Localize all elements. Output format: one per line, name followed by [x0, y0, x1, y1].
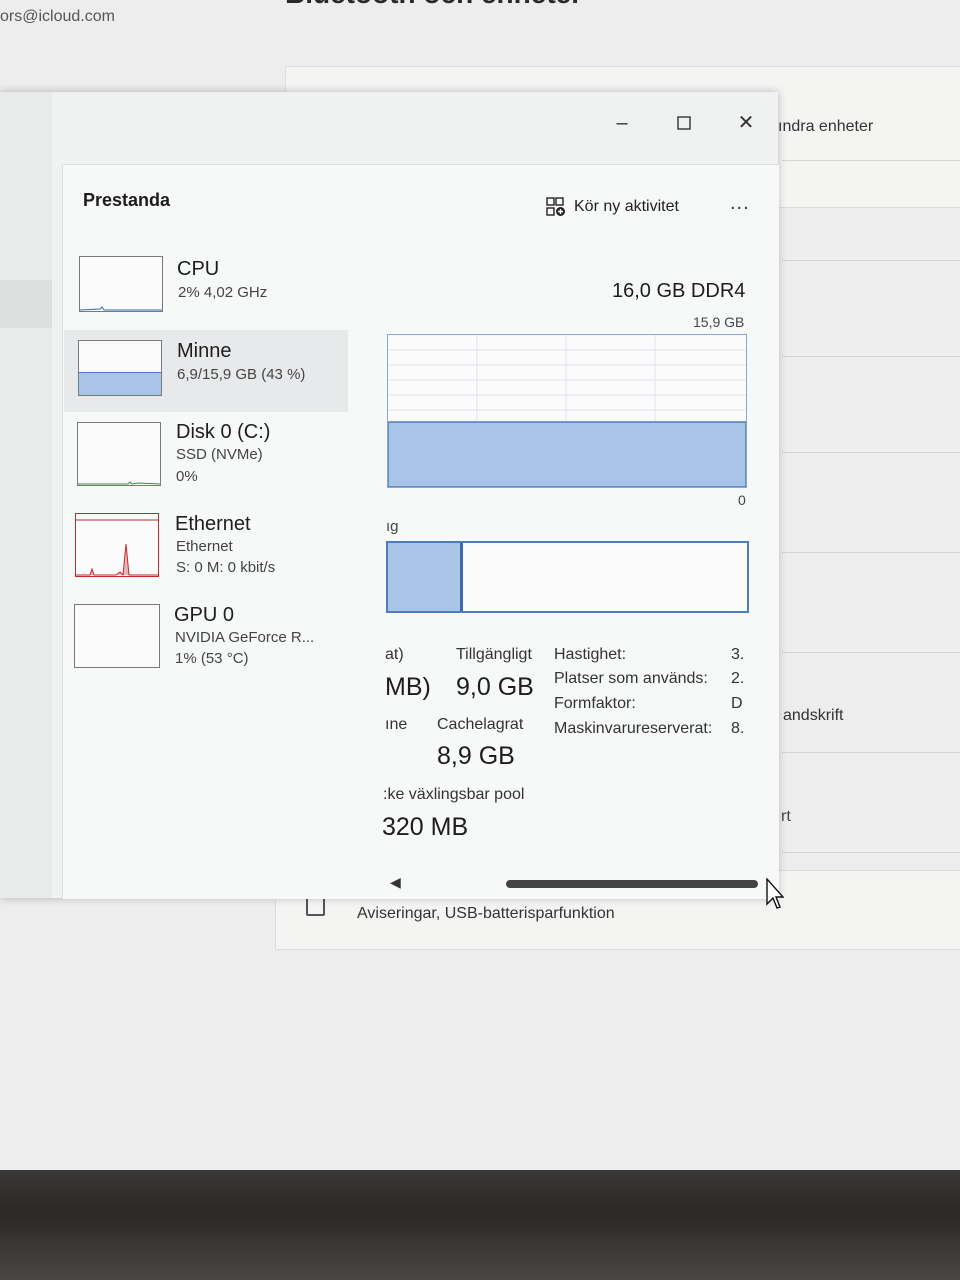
divider: [782, 160, 960, 161]
committed-label: ıne: [385, 716, 408, 733]
device-subtitle-2: 0%: [176, 468, 198, 485]
cached-value: 8,9 GB: [437, 742, 515, 770]
device-gpu[interactable]: GPU 0 NVIDIA GeForce R... 1% (53 °C): [74, 604, 334, 676]
slots-value: 2.: [731, 670, 745, 687]
maximize-icon: [677, 116, 691, 130]
notify-checkbox[interactable]: [306, 897, 325, 916]
device-name: GPU 0: [174, 604, 235, 626]
form-factor-value: D: [731, 695, 743, 712]
memory-thumbnail-fill: [79, 372, 161, 395]
memory-thumbnail: [78, 340, 162, 396]
device-name: Disk 0 (C:): [176, 421, 271, 443]
device-subtitle: 2% 4,02 GHz: [178, 284, 268, 301]
mouse-cursor-icon: [766, 877, 785, 919]
run-task-icon: [546, 197, 565, 216]
hardware-reserved-value: 8.: [731, 720, 745, 737]
graph-max-label: 15,9 GB: [693, 314, 745, 330]
device-cpu[interactable]: CPU 2% 4,02 GHz: [79, 256, 339, 328]
device-disk[interactable]: Disk 0 (C:) SSD (NVMe) 0%: [77, 421, 337, 494]
memory-usage-chart: [387, 335, 747, 488]
device-memory[interactable]: Minne 6,9/15,9 GB (43 %): [78, 340, 338, 412]
device-ethernet[interactable]: Ethernet Ethernet S: 0 M: 0 kbit/s: [75, 513, 335, 585]
nonpaged-pool-value: 320 MB: [382, 813, 469, 841]
handwriting-setting[interactable]: andskrift: [783, 707, 843, 725]
device-name: Minne: [177, 340, 232, 362]
available-value: 9,0 GB: [456, 673, 534, 701]
close-button[interactable]: ✕: [726, 110, 766, 136]
form-factor-label: Formfaktor:: [554, 695, 636, 712]
speed-label: Hastighet:: [554, 646, 627, 663]
device-subtitle-2: S: 0 M: 0 kbit/s: [176, 559, 276, 576]
desk-surface: [0, 1170, 960, 1280]
device-subtitle: SSD (NVMe): [176, 446, 263, 463]
memory-usage-area: [387, 421, 747, 488]
run-task-label: Kör ny aktivitet: [574, 198, 679, 215]
memory-capacity: 16,0 GB DDR4: [612, 280, 746, 302]
cpu-sparkline: [79, 306, 162, 311]
disk-sparkline: [78, 481, 161, 485]
divider: [782, 752, 960, 753]
cpu-thumbnail: [79, 256, 163, 312]
divider: [782, 356, 960, 357]
device-subtitle: 6,9/15,9 GB (43 %): [177, 366, 306, 383]
nav-selected-item[interactable]: [0, 280, 52, 328]
divider: [782, 652, 960, 653]
device-subtitle: NVIDIA GeForce R...: [175, 629, 315, 646]
notify-label: Aviseringar, USB-batterisparfunktion: [357, 905, 615, 922]
hardware-reserved-label: Maskinvarureserverat:: [554, 720, 713, 737]
device-subtitle: Ethernet: [176, 538, 233, 555]
setting-fragment: rt: [781, 808, 791, 825]
divider: [782, 260, 960, 261]
horizontal-scrollbar-thumb[interactable]: [506, 880, 758, 888]
gpu-thumbnail: [74, 604, 160, 668]
scroll-left-arrow-icon[interactable]: ◀: [390, 874, 401, 891]
in-use-value: MB): [385, 673, 431, 701]
navigation-pane: [0, 92, 52, 898]
nonpaged-pool-label: :ke växlingsbar pool: [383, 786, 525, 803]
slots-label: Platser som används:: [554, 670, 708, 687]
other-devices-heading[interactable]: ındra enheter: [778, 118, 873, 136]
device-name: CPU: [177, 258, 220, 280]
in-use-label: at): [385, 646, 404, 663]
divider: [782, 852, 960, 853]
device-subtitle-2: 1% (53 °C): [175, 650, 249, 667]
speed-value: 3.: [731, 646, 745, 663]
memory-usage-graph: [387, 334, 747, 488]
more-options-button[interactable]: ...: [730, 192, 750, 215]
run-new-task-button[interactable]: Kör ny aktivitet: [546, 196, 679, 218]
divider: [782, 452, 960, 453]
ethernet-sparkline: [76, 519, 158, 577]
account-email: ors@icloud.com: [0, 8, 115, 25]
memory-composition-used: [388, 543, 463, 611]
disk-thumbnail: [77, 422, 161, 486]
ethernet-thumbnail: [75, 513, 159, 577]
available-label: Tillgängligt: [456, 646, 532, 663]
graph-min-label: 0: [738, 492, 746, 508]
cached-label: Cachelagrat: [437, 716, 524, 733]
page-title: Prestanda: [83, 190, 171, 210]
maximize-button[interactable]: [664, 110, 704, 136]
minimize-button[interactable]: –: [602, 110, 642, 136]
memory-composition-bar: [386, 541, 749, 613]
settings-page-title: Bluetooth och enheter: [285, 0, 582, 10]
composition-label: ıg: [386, 518, 399, 535]
divider: [782, 552, 960, 553]
device-name: Ethernet: [175, 513, 251, 535]
